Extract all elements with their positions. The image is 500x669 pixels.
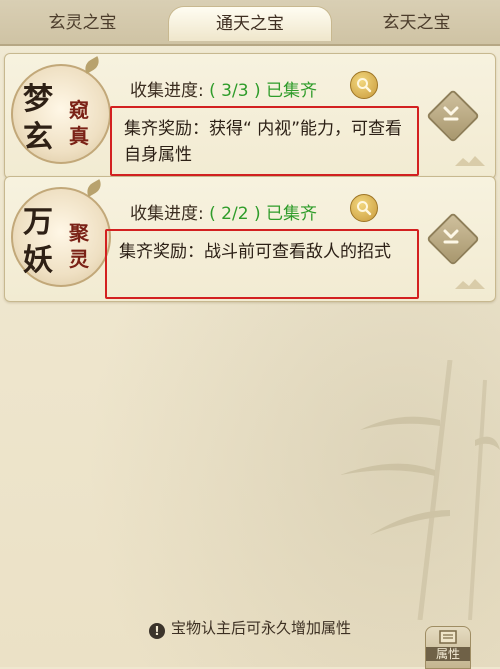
collection-progress: 收集进度: ( 2/2 ) 已集齐 [130,199,317,224]
chevron-down-icon [443,229,459,244]
reward-highlight: 集齐奖励：战斗前可查看敌人的招式 [105,229,419,299]
leaf-icon [83,179,105,197]
tab-xuantian[interactable]: 玄天之宝 [333,6,500,40]
progress-label: 收集进度: [130,204,204,224]
chevron-down-icon [443,106,459,121]
progress-count: ( 3/3 ) [209,81,261,101]
emblem-char: 真 [69,124,89,148]
expand-button[interactable] [426,212,480,266]
emblem-char: 窥 [69,98,89,122]
treasure-card: 梦 玄 窥 真 收集进度: ( 3/3 ) 已集齐 集齐奖励：获得“ 内视”能力… [4,53,496,179]
mountain-icon [455,156,485,166]
treasure-emblem: 梦 玄 窥 真 [11,56,111,164]
reward-highlight: 集齐奖励：获得“ 内视”能力，可查看自身属性 [110,106,419,176]
attributes-button[interactable]: 属性 [425,626,471,669]
emblem-char: 聚 [69,221,89,245]
treasure-card: 万 妖 聚 灵 收集进度: ( 2/2 ) 已集齐 集齐奖励：战斗前可查看敌人的… [4,176,496,302]
progress-label: 收集进度: [130,81,204,101]
mountain-icon [455,279,485,289]
search-icon[interactable] [350,194,378,222]
tab-xuanling[interactable]: 玄灵之宝 [0,6,165,40]
emblem-char: 玄 [23,120,53,155]
tab-bar: 玄灵之宝 通天之宝 玄天之宝 [0,0,500,46]
treasure-emblem: 万 妖 聚 灵 [11,179,111,287]
leaf-icon [81,56,103,74]
bamboo-decoration [340,360,500,620]
reward-text: 集齐奖励：战斗前可查看敌人的招式 [119,242,391,262]
attributes-button-label: 属性 [426,647,470,661]
collection-progress: 收集进度: ( 3/3 ) 已集齐 [130,76,317,101]
expand-button[interactable] [426,89,480,143]
progress-count: ( 2/2 ) [209,204,261,224]
search-icon[interactable] [350,71,378,99]
treasure-page: 玄灵之宝 通天之宝 玄天之宝 梦 玄 窥 真 收集进度: ( 3/3 ) 已集齐… [0,0,500,669]
progress-status: 已集齐 [265,204,317,224]
footer-note-text: 宝物认主后可永久增加属性 [170,619,351,637]
reward-text: 集齐奖励：获得“ 内视”能力，可查看自身属性 [124,119,403,165]
warning-icon: ! [148,623,165,639]
emblem-char: 灵 [69,247,89,271]
scroll-icon [439,630,457,644]
progress-status: 已集齐 [265,81,317,101]
emblem-char: 妖 [23,243,53,278]
tab-tongtian[interactable]: 通天之宝 [168,6,332,41]
